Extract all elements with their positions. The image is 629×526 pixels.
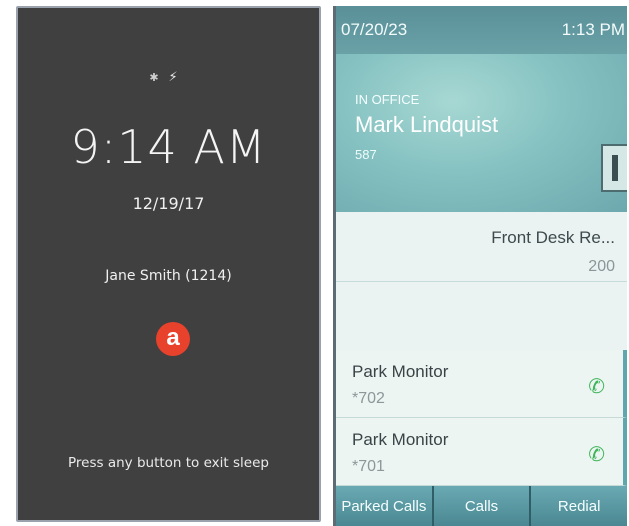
line-number: 200 <box>588 258 615 275</box>
line-key-front-desk[interactable]: Front Desk Re... 200 <box>336 212 627 282</box>
status-time: 1:13 PM <box>561 20 625 39</box>
charging-icon: ⚡ <box>168 70 188 85</box>
softkey-bar: Parked Calls Calls Redial <box>336 486 627 526</box>
park-monitor-702[interactable]: Park Monitor *702 ✆ <box>336 350 627 418</box>
phone-icon: ✆ <box>588 376 605 398</box>
user-extension: 587 <box>355 147 377 162</box>
sleep-screen: ✱⚡ 9:14 AM 12/19/17 Jane Smith (1214) a … <box>16 6 321 522</box>
status-date: 07/20/23 <box>341 20 408 39</box>
user-header: IN OFFICE Mark Lindquist 587 <box>336 54 627 212</box>
redial-softkey[interactable]: Redial <box>531 486 627 526</box>
user-label: Jane Smith (1214) <box>105 268 232 284</box>
bluetooth-icon: ✱ <box>149 71 169 84</box>
clock-date: 12/19/17 <box>132 194 205 213</box>
status-icons: ✱⚡ <box>18 70 319 85</box>
panel-handle-icon[interactable] <box>601 144 627 192</box>
park-monitor-label: Park Monitor <box>352 362 449 381</box>
presence-status: IN OFFICE <box>355 92 420 107</box>
exit-sleep-hint: Press any button to exit sleep <box>68 455 269 471</box>
park-monitor-701[interactable]: Park Monitor *701 ✆ <box>336 418 627 486</box>
park-monitor-label: Park Monitor <box>352 430 449 449</box>
parked-calls-softkey[interactable]: Parked Calls <box>336 486 434 526</box>
park-monitor-ext: *702 <box>352 390 385 407</box>
line-key-empty[interactable] <box>336 282 627 352</box>
desk-phone-screen: 07/20/23 1:13 PM IN OFFICE Mark Lindquis… <box>333 6 627 526</box>
brand-logo-icon: a <box>156 322 190 356</box>
calls-softkey[interactable]: Calls <box>433 486 532 526</box>
park-monitor-ext: *701 <box>352 458 385 475</box>
line-name: Front Desk Re... <box>491 228 615 247</box>
phone-icon: ✆ <box>588 444 605 466</box>
clock-time: 9:14 AM <box>70 120 267 174</box>
user-name: Mark Lindquist <box>355 112 499 137</box>
status-bar: 07/20/23 1:13 PM <box>336 6 627 54</box>
